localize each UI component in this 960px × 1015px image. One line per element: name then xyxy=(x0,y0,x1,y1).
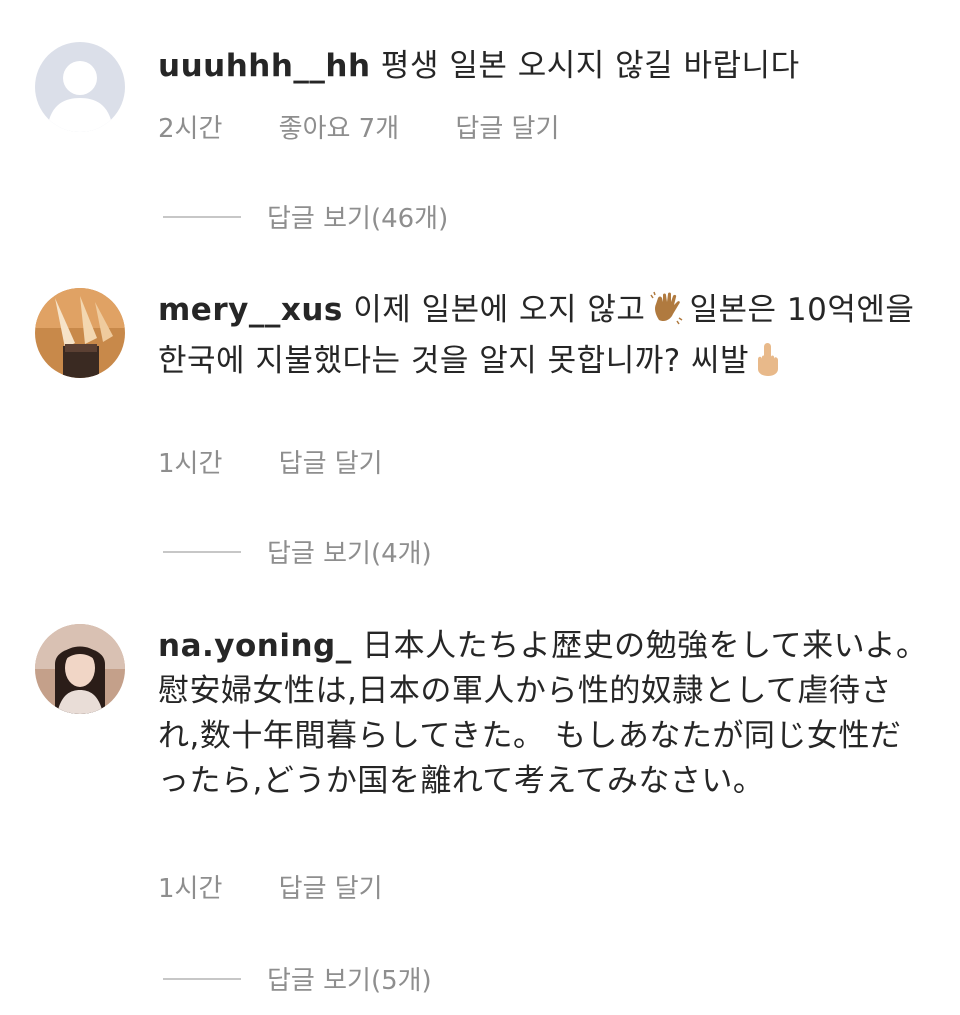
reply-button[interactable]: 답글 달기 xyxy=(279,874,383,904)
comment-username[interactable]: uuuhhh__hh xyxy=(158,48,371,84)
view-replies-button[interactable]: 답글 보기(5개) xyxy=(163,960,432,997)
view-replies-label: 답글 보기(5개) xyxy=(267,966,432,996)
divider-line xyxy=(163,215,241,218)
divider-line xyxy=(163,550,241,553)
waving-hand-icon xyxy=(649,290,685,339)
comment-text: na.yoning_ 日本人たちよ歴史の勉強をして来いよ。慰安婦女性は,日本の軍… xyxy=(158,624,928,804)
reply-button[interactable]: 답글 달기 xyxy=(455,114,559,144)
reply-button[interactable]: 답글 달기 xyxy=(279,449,383,479)
middle-finger-icon xyxy=(753,341,781,390)
comment-username[interactable]: na.yoning_ xyxy=(158,628,352,664)
comment-username[interactable]: mery__xus xyxy=(158,292,343,328)
comment-text: mery__xus 이제 일본에 오지 않고 일본은 10억엔을 한국에 지불했… xyxy=(158,288,928,390)
comment-body: 평생 일본 오시지 않길 바랍니다 xyxy=(380,48,800,84)
comment-time: 1시간 xyxy=(158,874,223,904)
view-replies-label: 답글 보기(4개) xyxy=(267,539,432,569)
comment-time: 2시간 xyxy=(158,114,223,144)
comment-time: 1시간 xyxy=(158,449,223,479)
comment-meta: 2시간 좋아요 7개 답글 달기 xyxy=(158,108,559,145)
comment-meta: 1시간 답글 달기 xyxy=(158,868,383,905)
comment-likes[interactable]: 좋아요 7개 xyxy=(279,114,400,144)
view-replies-button[interactable]: 답글 보기(4개) xyxy=(163,533,432,570)
view-replies-label: 답글 보기(46개) xyxy=(267,204,449,234)
view-replies-button[interactable]: 답글 보기(46개) xyxy=(163,198,448,235)
photo-avatar[interactable] xyxy=(35,624,125,714)
comment-body-part1: 이제 일본에 오지 않고 xyxy=(353,292,646,328)
comment-text: uuuhhh__hh 평생 일본 오시지 않길 바랍니다 xyxy=(158,44,928,89)
comment-meta: 1시간 답글 달기 xyxy=(158,443,383,480)
default-avatar-icon[interactable] xyxy=(35,42,125,132)
divider-line xyxy=(163,977,241,980)
photo-avatar[interactable] xyxy=(35,288,125,378)
